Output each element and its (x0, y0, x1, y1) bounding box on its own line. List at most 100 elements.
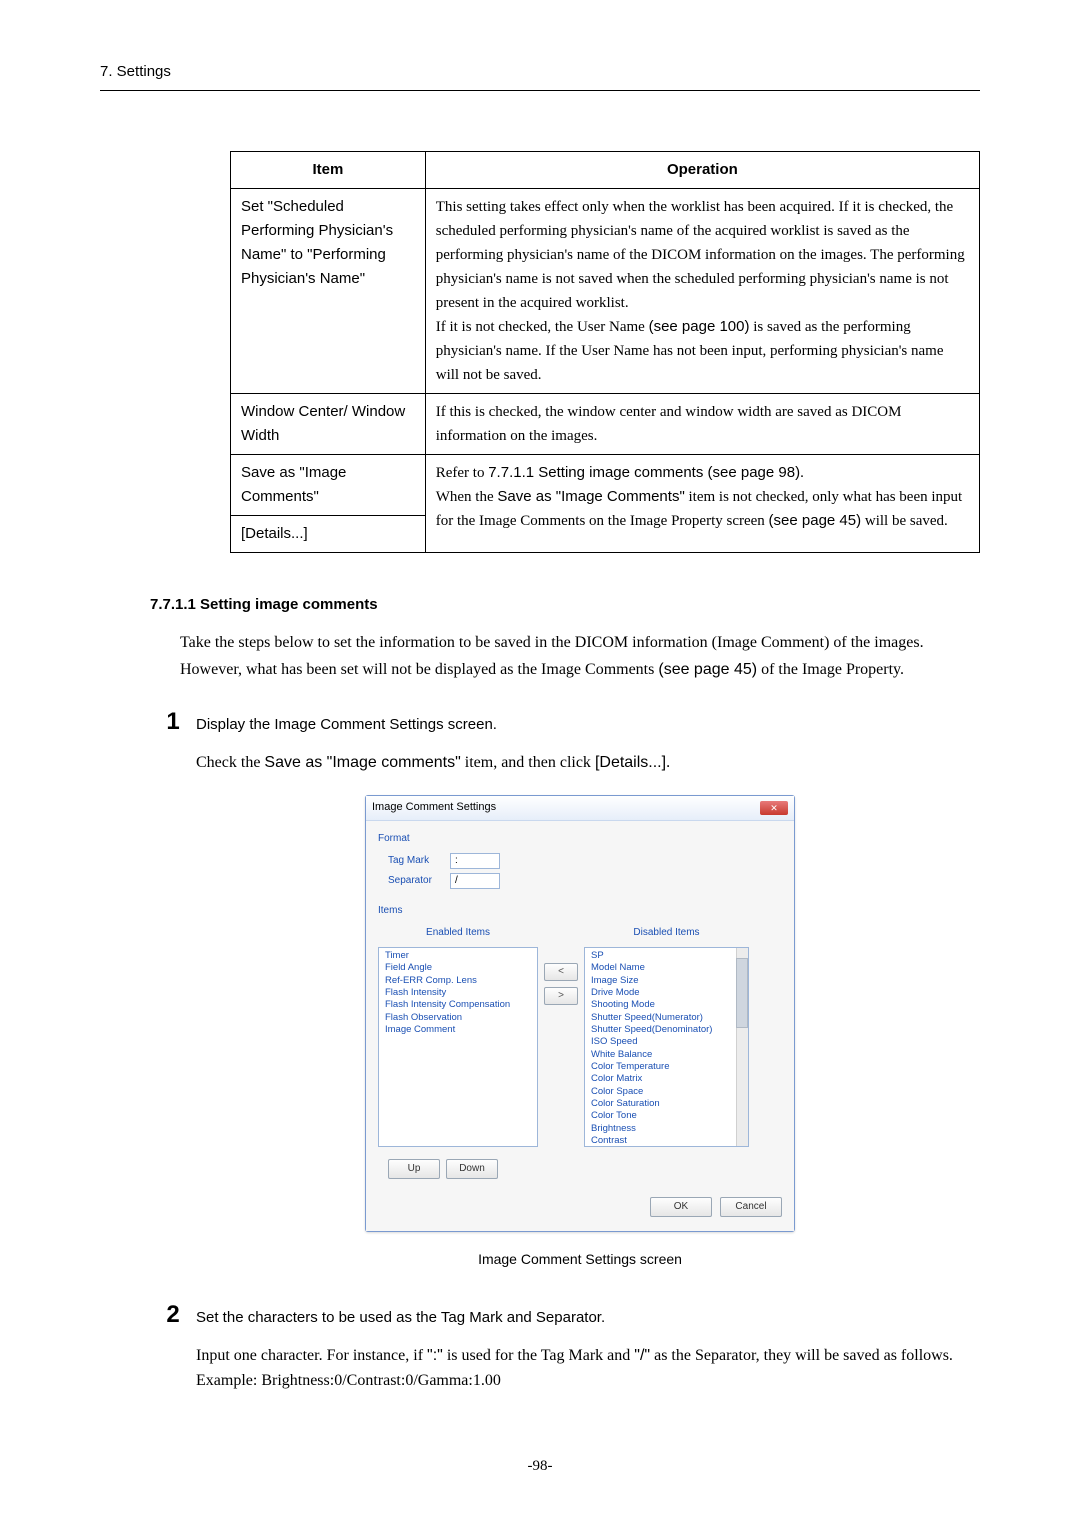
list-item[interactable]: Shutter Speed(Numerator) (585, 1012, 748, 1024)
step2-para1: Input one character. For instance, if ":… (196, 1343, 980, 1369)
step-1-body: Check the Save as "Image comments" item,… (196, 750, 980, 776)
op-strong: Save as "Image Comments" (497, 488, 684, 505)
th-item: Item (231, 152, 426, 189)
dialog-titlebar: Image Comment Settings ✕ (366, 796, 794, 821)
step-strong: Save as "Image comments" (264, 754, 460, 771)
op-text: This setting takes effect only when the … (436, 199, 965, 311)
cancel-button[interactable]: Cancel (720, 1197, 782, 1217)
step-text: is used for the Tag Mark and (443, 1347, 634, 1364)
list-item[interactable]: Drive Mode (585, 987, 748, 999)
op-text: Refer to (436, 465, 488, 481)
separator-row: Separator (388, 873, 782, 889)
close-icon[interactable]: ✕ (760, 801, 788, 815)
list-item[interactable]: White Balance (585, 1049, 748, 1061)
move-right-button[interactable]: > (544, 987, 578, 1005)
op-ref: 7.7.1.1 Setting image comments (see page… (488, 464, 800, 481)
tagmark-input[interactable] (450, 853, 500, 869)
list-item[interactable]: Ref-ERR Comp. Lens (379, 975, 537, 987)
figure-caption: Image Comment Settings screen (180, 1248, 980, 1270)
settings-table: Item Operation Set "Scheduled Performing… (230, 151, 980, 553)
list-item[interactable]: Field Angle (379, 962, 537, 974)
list-item[interactable]: Shooting Mode (585, 999, 748, 1011)
item-cell-window: Window Center/ Window Width (231, 394, 426, 455)
separator-input[interactable] (450, 873, 500, 889)
item-cell-details: [Details...] (231, 516, 426, 553)
list-item[interactable]: Timer (379, 950, 537, 962)
list-item[interactable]: Flash Intensity (379, 987, 537, 999)
op-cell-saveas: Refer to 7.7.1.1 Setting image comments … (425, 455, 979, 553)
list-item[interactable]: Color Matrix (585, 1073, 748, 1085)
header-section: 7. Settings (100, 60, 980, 91)
list-item[interactable]: Flash Intensity Compensation (379, 999, 537, 1011)
step-1: 1 Display the Image Comment Settings scr… (180, 703, 980, 741)
step-text: item, and then click (461, 754, 595, 771)
tagmark-label: Tag Mark (388, 853, 450, 869)
list-item[interactable]: Flash Observation (379, 1012, 537, 1024)
item-cell-saveas: Save as "Image Comments" (231, 455, 426, 516)
para-ref: (see page 45) (658, 661, 757, 678)
table-header-row: Item Operation (231, 152, 980, 189)
op-text: item is not checked, only (685, 489, 843, 505)
list-item[interactable]: Contrast (585, 1135, 748, 1147)
op-text: . (800, 465, 804, 481)
list-item[interactable]: Color Space (585, 1086, 748, 1098)
dialog-title: Image Comment Settings (372, 799, 496, 817)
op-text: When the (436, 489, 498, 505)
op-ref: (see page 100) (649, 318, 750, 335)
tagmark-row: Tag Mark (388, 853, 782, 869)
step-title: Display the Image Comment Settings scree… (196, 713, 497, 737)
list-item[interactable]: Brightness (585, 1123, 748, 1135)
ok-button[interactable]: OK (650, 1197, 712, 1217)
step-2-body: Input one character. For instance, if ":… (196, 1343, 980, 1394)
separator-label: Separator (388, 873, 450, 889)
down-button[interactable]: Down (446, 1159, 498, 1179)
list-item[interactable]: Color Temperature (585, 1061, 748, 1073)
scrollbar[interactable] (736, 948, 748, 1146)
up-button[interactable]: Up (388, 1159, 440, 1179)
subsection-heading: 7.7.1.1 Setting image comments (150, 593, 980, 617)
page-number: -98- (100, 1454, 980, 1478)
move-buttons: < > (544, 925, 578, 1005)
items-label: Items (378, 903, 782, 919)
step-text: Check the (196, 754, 264, 771)
op-cell-scheduled: This setting takes effect only when the … (425, 189, 979, 394)
step-quote: "/" (634, 1347, 650, 1364)
step-2: 2 Set the characters to be used as the T… (180, 1296, 980, 1334)
list-item[interactable]: SP (585, 950, 748, 962)
list-item[interactable]: Model Name (585, 962, 748, 974)
op-cell-window: If this is checked, the window center an… (425, 394, 979, 455)
enabled-list[interactable]: Timer Field Angle Ref-ERR Comp. Lens Fla… (378, 947, 538, 1147)
dialog-actions: OK Cancel (378, 1197, 782, 1217)
move-left-button[interactable]: < (544, 963, 578, 981)
dialog-body: Format Tag Mark Separator Items Enabled … (366, 821, 794, 1231)
list-item[interactable]: Image Comment (379, 1024, 537, 1036)
step-number: 1 (150, 703, 196, 741)
table-row: Save as "Image Comments" Refer to 7.7.1.… (231, 455, 980, 516)
step-text: Input one character. For instance, if (196, 1347, 427, 1364)
op-text: If it is not checked, the User Name (436, 319, 649, 335)
op-text: will be saved. (861, 513, 948, 529)
enabled-header: Enabled Items (378, 925, 538, 941)
list-item[interactable]: Image Size (585, 975, 748, 987)
th-operation: Operation (425, 152, 979, 189)
list-item[interactable]: Color Tone (585, 1110, 748, 1122)
item-cell-scheduled: Set "Scheduled Performing Physician's Na… (231, 189, 426, 394)
format-label: Format (378, 831, 782, 847)
dialog-screenshot: Image Comment Settings ✕ Format Tag Mark… (180, 795, 980, 1232)
step-quote: ":" (427, 1347, 443, 1364)
para-text: of the Image Property. (757, 661, 904, 678)
enabled-column: Enabled Items Timer Field Angle Ref-ERR … (378, 925, 538, 1147)
scrollbar-thumb[interactable] (736, 958, 748, 1028)
step-strong: [Details...] (595, 754, 666, 771)
step-text: as the Separator, they will be saved as … (650, 1347, 953, 1364)
disabled-list[interactable]: SP Model Name Image Size Drive Mode Shoo… (584, 947, 749, 1147)
list-item[interactable]: Shutter Speed(Denominator) (585, 1024, 748, 1036)
list-item[interactable]: ISO Speed (585, 1036, 748, 1048)
reorder-buttons: Up Down (388, 1159, 782, 1179)
image-comment-settings-dialog: Image Comment Settings ✕ Format Tag Mark… (365, 795, 795, 1232)
table-row: Set "Scheduled Performing Physician's Na… (231, 189, 980, 394)
items-section: Items Enabled Items Timer Field Angle Re… (378, 903, 782, 1217)
step2-example: Example: Brightness:0/Contrast:0/Gamma:1… (196, 1368, 980, 1394)
list-item[interactable]: Color Saturation (585, 1098, 748, 1110)
step-number: 2 (150, 1296, 196, 1334)
